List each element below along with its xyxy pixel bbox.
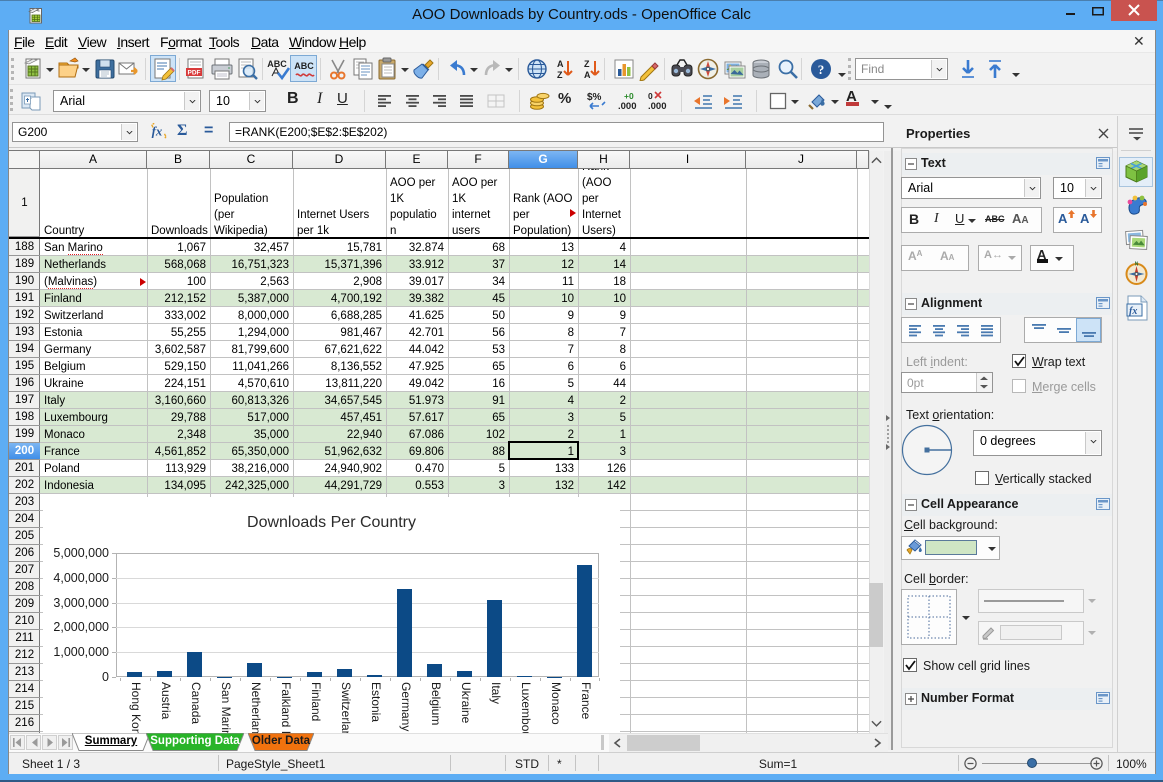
svg-text:Z: Z <box>557 70 563 80</box>
svg-text:.000: .000 <box>648 101 667 112</box>
svg-text:0: 0 <box>648 91 653 101</box>
svg-text:PDF: PDF <box>188 70 201 77</box>
svg-text:ABC: ABC <box>267 59 287 69</box>
svg-text:?: ? <box>818 62 825 77</box>
svg-text:.000: .000 <box>618 101 637 112</box>
svg-text:N: N <box>1135 262 1139 268</box>
svg-text:Z: Z <box>584 59 590 69</box>
svg-text:ABC: ABC <box>294 61 314 71</box>
svg-text:$%: $% <box>587 92 602 103</box>
svg-text:A: A <box>584 70 591 80</box>
svg-text:fx: fx <box>1129 306 1137 317</box>
svg-text:A: A <box>557 59 564 69</box>
svg-text:+0: +0 <box>624 91 634 101</box>
